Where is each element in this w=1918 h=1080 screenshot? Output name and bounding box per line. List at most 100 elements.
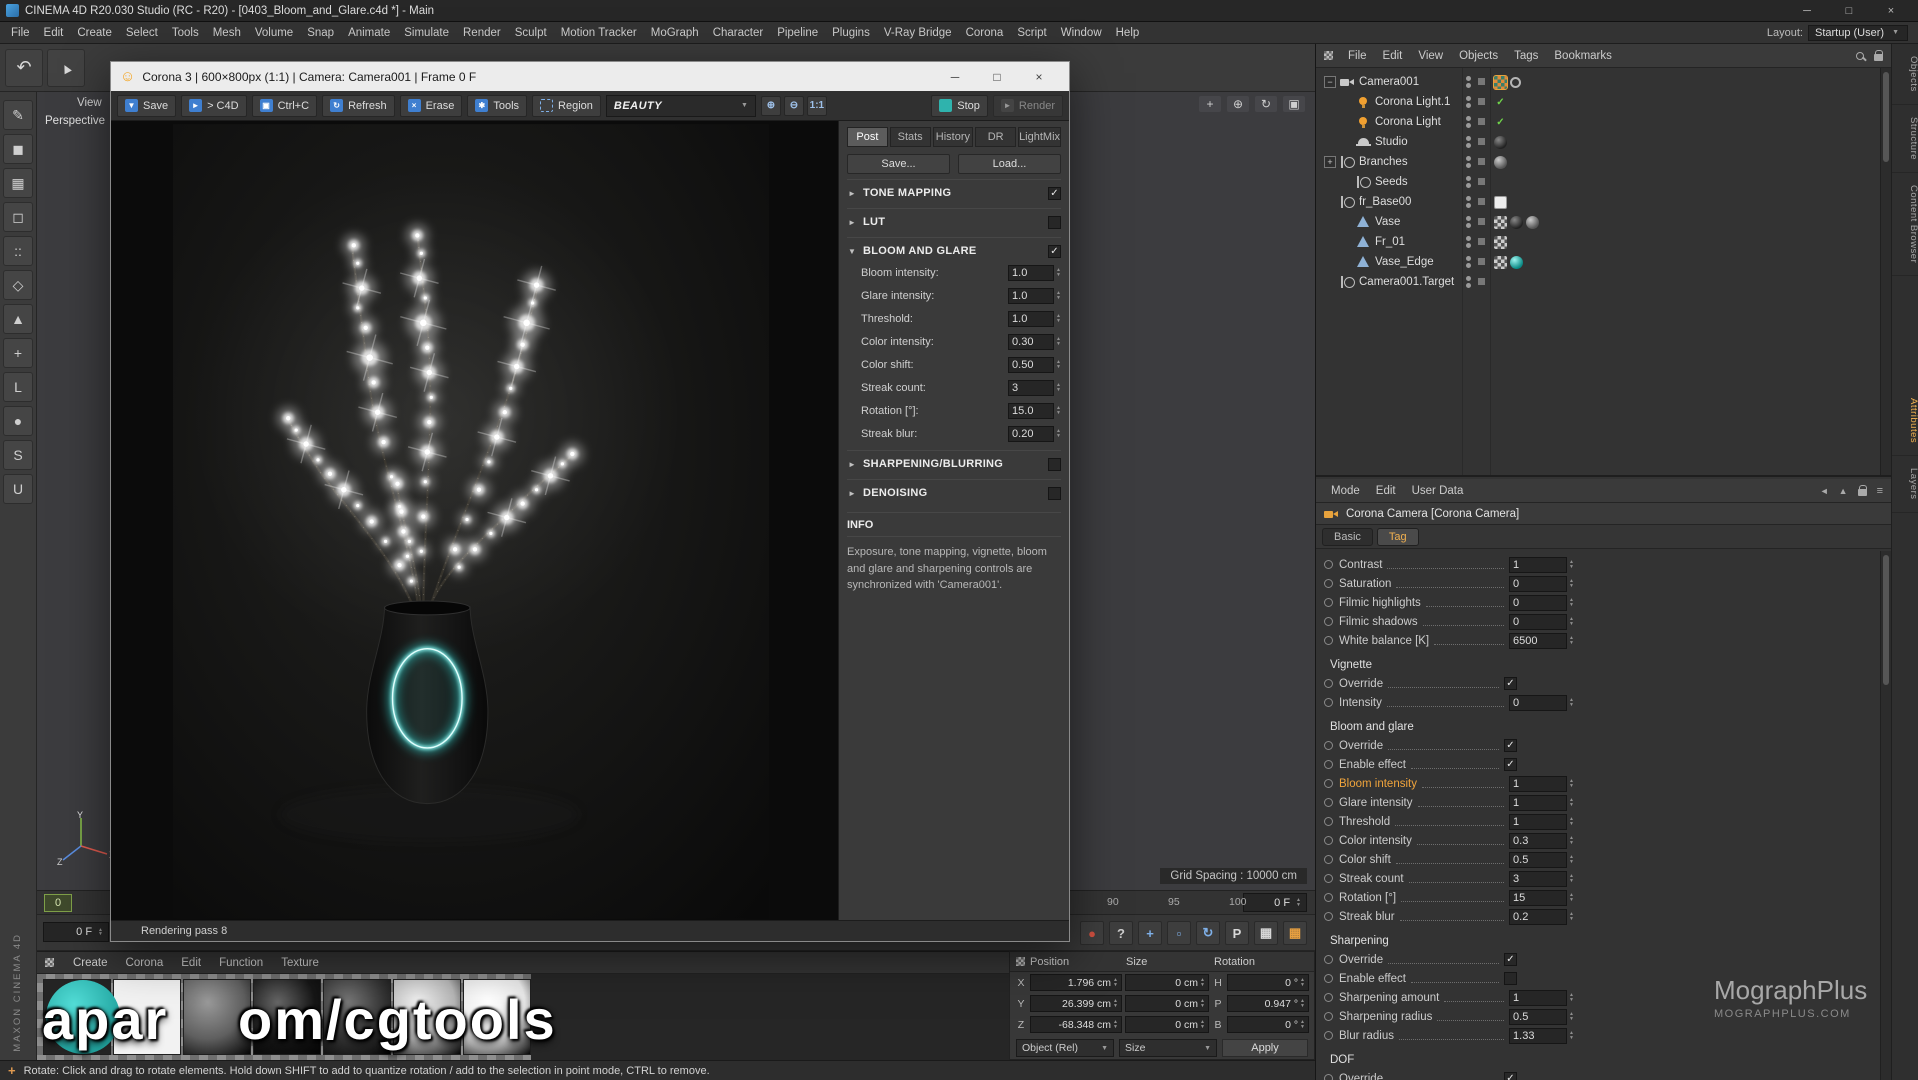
- corona-title-bar[interactable]: ☺ Corona 3 | 600×800px (1:1) | Camera: C…: [111, 62, 1069, 91]
- zoom-1-1-button[interactable]: 1:1: [807, 96, 827, 116]
- section-lut[interactable]: ►LUT: [847, 212, 1061, 232]
- live-selection-button[interactable]: ▲: [47, 49, 85, 87]
- attr-menu-edit[interactable]: Edit: [1369, 485, 1403, 497]
- keyframe-circle-icon[interactable]: [1324, 617, 1333, 626]
- menu-volume[interactable]: Volume: [248, 22, 300, 43]
- object-row-camera001[interactable]: −Camera001: [1316, 72, 1891, 92]
- value-field[interactable]: 1: [1509, 795, 1567, 811]
- render-toggle[interactable]: [1478, 138, 1485, 145]
- section-sharpening-blurring[interactable]: ►SHARPENING/BLURRING: [847, 454, 1061, 474]
- value-field[interactable]: 0.5: [1509, 852, 1567, 868]
- checkbox[interactable]: ✓: [1504, 1072, 1517, 1080]
- object-row-camera001-target[interactable]: Camera001.Target: [1316, 272, 1891, 292]
- model-mode-button[interactable]: ◼: [3, 134, 33, 164]
- attr-tab-tag[interactable]: Tag: [1377, 528, 1419, 546]
- param-field[interactable]: 0.30: [1008, 334, 1054, 350]
- render-toggle[interactable]: [1478, 258, 1485, 265]
- stepper[interactable]: ▲▼: [1056, 314, 1061, 323]
- menu-script[interactable]: Script: [1010, 22, 1053, 43]
- menu-mesh[interactable]: Mesh: [206, 22, 248, 43]
- stepper[interactable]: ▲▼: [1569, 779, 1574, 788]
- close-button[interactable]: ×: [1870, 0, 1912, 21]
- checkbox[interactable]: ✓: [1504, 953, 1517, 966]
- stepper[interactable]: ▲▼: [1056, 406, 1061, 415]
- zoom-icon[interactable]: ⊕: [1227, 96, 1249, 112]
- render-pass-dropdown[interactable]: BEAUTY▼: [606, 95, 756, 117]
- sphere-teal-tag-icon[interactable]: [1510, 256, 1523, 269]
- value-field[interactable]: 0: [1509, 595, 1567, 611]
- stepper[interactable]: ▲▼: [1569, 893, 1574, 902]
- expander-icon[interactable]: +: [1324, 156, 1336, 168]
- stepper[interactable]: ▲▼: [98, 928, 103, 937]
- key-position-button[interactable]: +: [1138, 921, 1162, 945]
- checkbox[interactable]: ✓: [1504, 677, 1517, 690]
- param-field[interactable]: 1.0: [1008, 311, 1054, 327]
- attr-menu-mode[interactable]: Mode: [1324, 485, 1367, 497]
- sphere-dark-tag-icon[interactable]: [1494, 136, 1507, 149]
- material-thumbnail[interactable]: [183, 979, 251, 1055]
- keyframe-circle-icon[interactable]: [1324, 836, 1333, 845]
- value-field[interactable]: 6500: [1509, 633, 1567, 649]
- stepper[interactable]: ▲▼: [1569, 1012, 1574, 1021]
- position-z-field[interactable]: -68.348 cm▲▼: [1030, 1016, 1122, 1033]
- material-thumbnail[interactable]: [323, 979, 391, 1055]
- copy-button[interactable]: ▣Ctrl+C: [252, 95, 317, 117]
- checker-tag-icon[interactable]: [1494, 236, 1507, 249]
- material-thumbnail[interactable]: [393, 979, 461, 1055]
- visibility-dots[interactable]: [1466, 96, 1471, 108]
- section-checkbox[interactable]: [1048, 487, 1061, 500]
- render-toggle[interactable]: [1478, 218, 1485, 225]
- key-rotation-button[interactable]: ↻: [1196, 921, 1220, 945]
- value-field[interactable]: 1: [1509, 776, 1567, 792]
- axis-mode-button[interactable]: L: [3, 372, 33, 402]
- menu-select[interactable]: Select: [119, 22, 165, 43]
- keyframe-circle-icon[interactable]: [1324, 779, 1333, 788]
- keyframe-circle-icon[interactable]: [1324, 760, 1333, 769]
- object-list-scrollbar[interactable]: [1880, 68, 1891, 475]
- arrow-left-icon[interactable]: ◄: [1820, 486, 1829, 496]
- position-y-field[interactable]: 26.399 cm▲▼: [1030, 995, 1122, 1012]
- render-button[interactable]: ►Render: [993, 95, 1063, 117]
- keyframe-circle-icon[interactable]: [1324, 636, 1333, 645]
- stepper[interactable]: ▲▼: [1569, 798, 1574, 807]
- param-field[interactable]: 3: [1008, 380, 1054, 396]
- render-toggle[interactable]: [1478, 178, 1485, 185]
- stepper[interactable]: ▲▼: [1569, 617, 1574, 626]
- visibility-dots[interactable]: [1466, 236, 1471, 248]
- apply-button[interactable]: Apply: [1222, 1039, 1308, 1057]
- stepper[interactable]: ▲▼: [1569, 817, 1574, 826]
- key-parameter-button[interactable]: P: [1225, 921, 1249, 945]
- project-settings-button[interactable]: ▦: [1283, 921, 1307, 945]
- value-field[interactable]: 1: [1509, 814, 1567, 830]
- menu-file[interactable]: File: [4, 22, 37, 43]
- value-field[interactable]: 1: [1509, 990, 1567, 1006]
- section-checkbox[interactable]: [1048, 458, 1061, 471]
- visibility-dots[interactable]: [1466, 176, 1471, 188]
- rail-tab-structure[interactable]: Structure: [1892, 105, 1918, 173]
- rotate-icon[interactable]: ↻: [1255, 96, 1277, 112]
- erase-button[interactable]: ×Erase: [400, 95, 463, 117]
- stepper[interactable]: ▲▼: [1056, 291, 1061, 300]
- object-row-vase-edge[interactable]: Vase_Edge: [1316, 252, 1891, 272]
- maximize-button[interactable]: □: [1828, 0, 1870, 21]
- menu-help[interactable]: Help: [1109, 22, 1147, 43]
- minimize-button[interactable]: ─: [1786, 0, 1828, 21]
- object-row-branches[interactable]: +Branches: [1316, 152, 1891, 172]
- object-row-vase[interactable]: Vase: [1316, 212, 1891, 232]
- keyframe-circle-icon[interactable]: [1324, 1074, 1333, 1080]
- menu-character[interactable]: Character: [706, 22, 771, 43]
- menu-edit[interactable]: Edit: [37, 22, 71, 43]
- object-row-corona-light-1[interactable]: Corona Light.1✓: [1316, 92, 1891, 112]
- load-config-button[interactable]: Load...: [958, 154, 1061, 174]
- to-c4d-button[interactable]: ►> C4D: [181, 95, 247, 117]
- visibility-dots[interactable]: [1466, 196, 1471, 208]
- visibility-dots[interactable]: [1466, 76, 1471, 88]
- menu-tools[interactable]: Tools: [165, 22, 206, 43]
- visibility-dots[interactable]: [1466, 276, 1471, 288]
- rail-tab-layers[interactable]: Layers: [1892, 456, 1918, 513]
- om-menu-tags[interactable]: Tags: [1507, 50, 1545, 62]
- checkbox[interactable]: [1504, 972, 1517, 985]
- material-menu-corona[interactable]: Corona: [119, 957, 171, 969]
- minimize-button[interactable]: ─: [934, 63, 976, 91]
- render-toggle[interactable]: [1478, 118, 1485, 125]
